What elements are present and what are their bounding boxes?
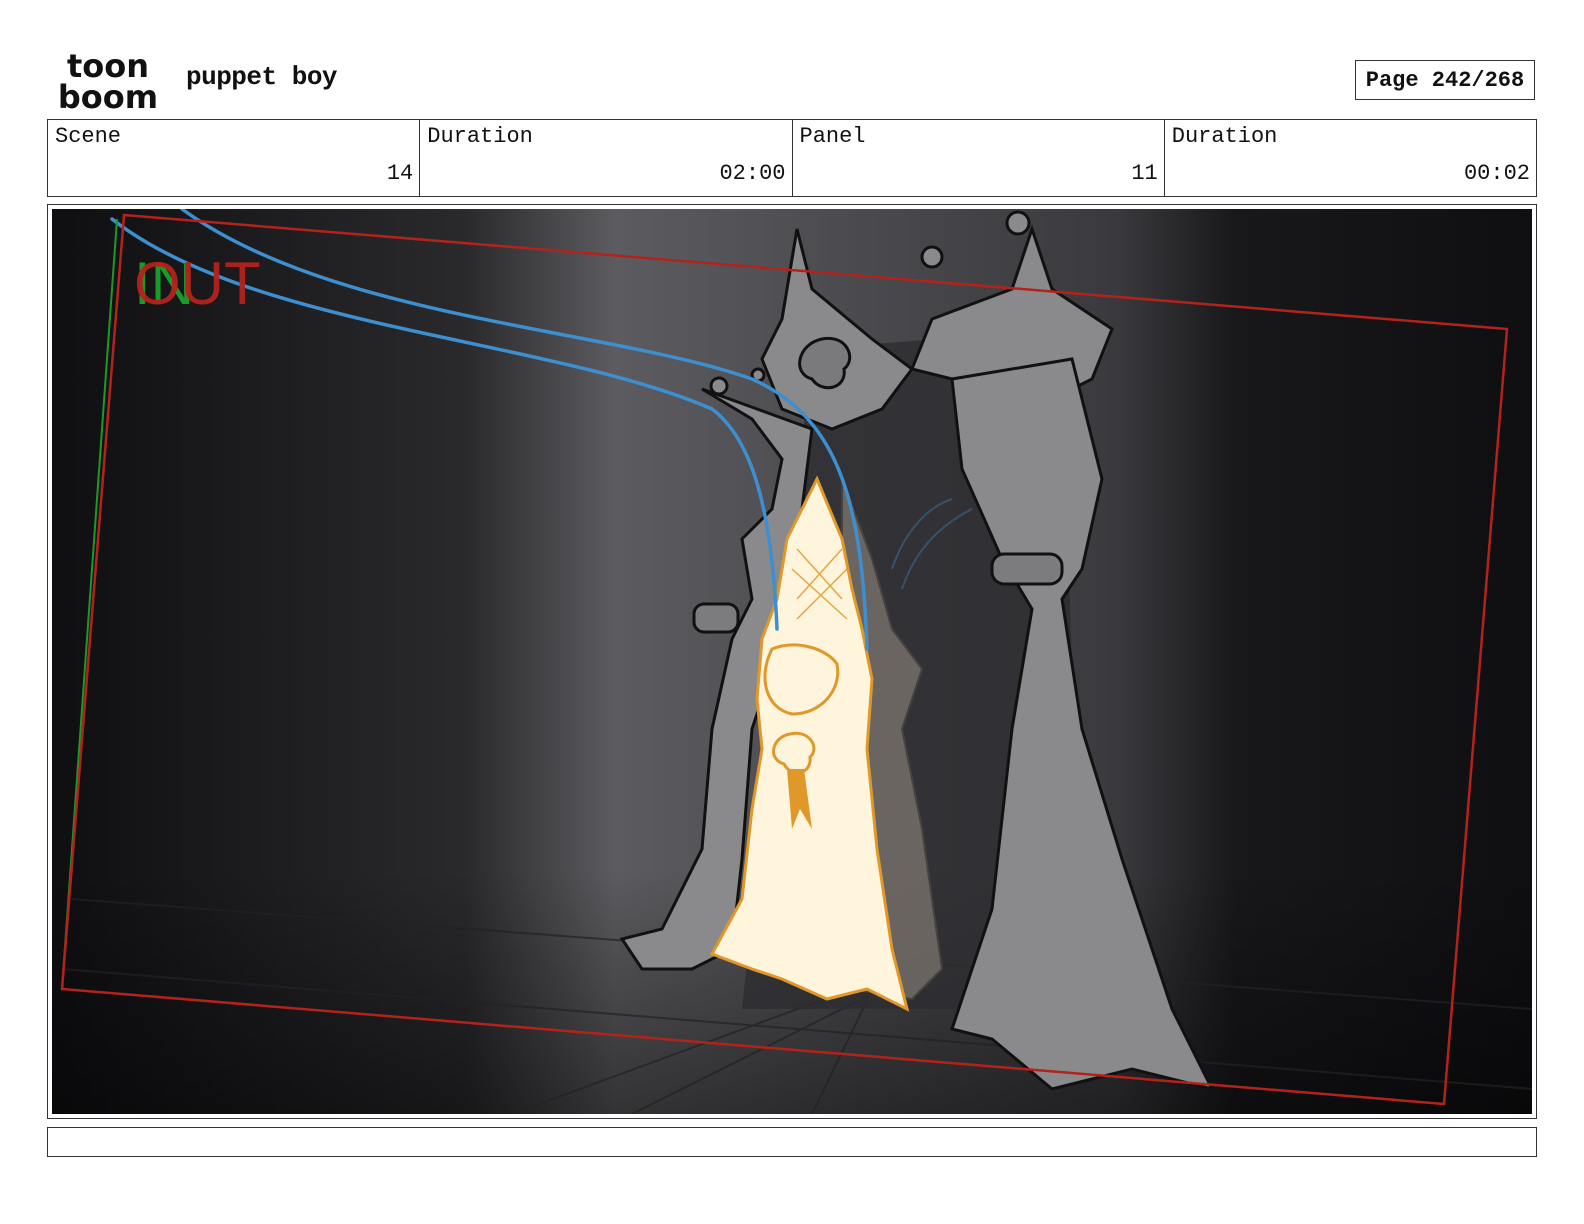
panel-label: Panel: [799, 124, 866, 149]
panel-duration-value: 00:02: [1463, 161, 1530, 186]
toon-boom-logo: toon boom: [58, 50, 158, 112]
scene-duration-value: 02:00: [719, 161, 786, 186]
panel-caption-box: [47, 1127, 1537, 1157]
left-tieback: [692, 602, 740, 634]
out-marker-label: OUT: [134, 250, 261, 317]
scene-info-bar: Scene 14 Duration 02:00 Panel 11 Duratio…: [47, 119, 1537, 197]
scene-cell: Scene 14: [48, 120, 421, 196]
panel-duration-cell: Duration 00:02: [1165, 120, 1536, 196]
scene-label: Scene: [55, 124, 122, 149]
scene-value: 14: [386, 161, 414, 186]
scene-duration-label: Duration: [427, 124, 533, 149]
right-tieback: [990, 552, 1064, 586]
panel-value: 11: [1131, 161, 1158, 186]
panel-cell: Panel 11: [793, 120, 1165, 196]
panel-duration-label: Duration: [1171, 124, 1278, 149]
storyboard-panel: IN OUT: [47, 204, 1537, 1119]
project-title: puppet boy: [186, 62, 338, 92]
scene-duration-cell: Duration 02:00: [420, 120, 793, 196]
panel-artwork: IN OUT: [52, 209, 1532, 1114]
page-number: Page 242/268: [1355, 60, 1535, 100]
logo-text-bottom: boom: [58, 78, 158, 112]
